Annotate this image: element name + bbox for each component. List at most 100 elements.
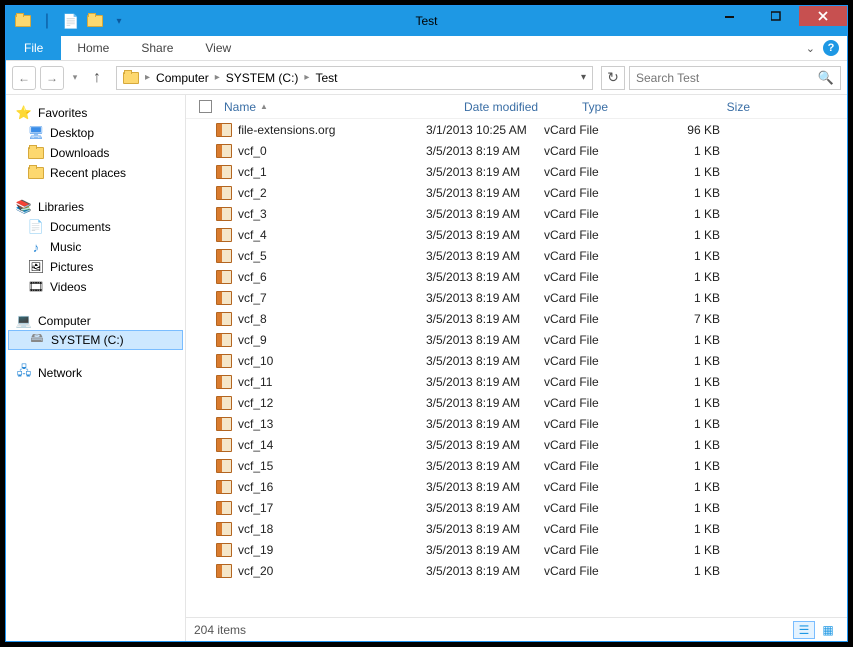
file-date: 3/5/2013 8:19 AM [426, 396, 544, 410]
file-size: 1 KB [662, 375, 732, 389]
search-icon[interactable]: 🔍 [818, 70, 834, 86]
sidebar-item-recent[interactable]: Recent places [6, 163, 185, 183]
file-row[interactable]: vcf_03/5/2013 8:19 AMvCard File1 KB [186, 140, 847, 161]
file-size: 1 KB [662, 186, 732, 200]
properties-icon[interactable]: 📄 [60, 10, 82, 32]
file-size: 1 KB [662, 228, 732, 242]
file-row[interactable]: vcf_23/5/2013 8:19 AMvCard File1 KB [186, 182, 847, 203]
file-row[interactable]: vcf_13/5/2013 8:19 AMvCard File1 KB [186, 161, 847, 182]
tab-home[interactable]: Home [61, 36, 125, 60]
file-row[interactable]: vcf_73/5/2013 8:19 AMvCard File1 KB [186, 287, 847, 308]
file-row[interactable]: vcf_33/5/2013 8:19 AMvCard File1 KB [186, 203, 847, 224]
file-name: vcf_5 [238, 249, 267, 263]
col-header-date[interactable]: Date modified [456, 100, 574, 114]
expand-ribbon-icon[interactable]: ⌄ [806, 42, 815, 55]
address-dropdown-icon[interactable]: ▾ [581, 72, 586, 83]
sidebar-item-downloads[interactable]: Downloads [6, 143, 185, 163]
sidebar-item-system-drive[interactable]: 🖴SYSTEM (C:) [8, 330, 183, 350]
column-headers: Name ▲ Date modified Type Size [186, 95, 847, 119]
address-bar[interactable]: ▸ Computer ▸ SYSTEM (C:) ▸ Test ▾ [116, 66, 593, 90]
history-dropdown-icon[interactable]: ▾ [68, 66, 82, 90]
file-date: 3/5/2013 8:19 AM [426, 312, 544, 326]
file-name: vcf_12 [238, 396, 273, 410]
qat-dropdown-icon[interactable]: ▾ [108, 10, 130, 32]
file-size: 1 KB [662, 249, 732, 263]
chevron-right-icon[interactable]: ▸ [143, 72, 152, 83]
breadcrumb-drive[interactable]: SYSTEM (C:) [222, 67, 303, 89]
file-row[interactable]: vcf_83/5/2013 8:19 AMvCard File7 KB [186, 308, 847, 329]
sidebar-favorites[interactable]: ⭐Favorites [6, 103, 185, 123]
file-type: vCard File [544, 333, 662, 347]
file-row[interactable]: vcf_173/5/2013 8:19 AMvCard File1 KB [186, 497, 847, 518]
vcard-file-icon [216, 522, 232, 536]
file-name: file-extensions.org [238, 123, 335, 137]
sidebar-item-music[interactable]: ♪Music [6, 237, 185, 257]
file-row[interactable]: vcf_183/5/2013 8:19 AMvCard File1 KB [186, 518, 847, 539]
col-header-size[interactable]: Size [692, 100, 762, 114]
file-date: 3/5/2013 8:19 AM [426, 144, 544, 158]
titlebar[interactable]: | 📄 ▾ Test [6, 6, 847, 36]
libraries-icon: 📚 [16, 199, 32, 215]
file-name: vcf_14 [238, 438, 273, 452]
breadcrumb-computer[interactable]: Computer [152, 67, 213, 89]
col-header-name[interactable]: Name ▲ [216, 100, 456, 114]
file-list[interactable]: Name ▲ Date modified Type Size file-exte… [186, 95, 847, 617]
file-name: vcf_10 [238, 354, 273, 368]
col-header-type[interactable]: Type [574, 100, 692, 114]
close-button[interactable] [799, 6, 847, 26]
file-row[interactable]: vcf_53/5/2013 8:19 AMvCard File1 KB [186, 245, 847, 266]
status-bar: 204 items ☰ ▦ [186, 617, 847, 641]
chevron-right-icon[interactable]: ▸ [213, 72, 222, 83]
tab-share[interactable]: Share [125, 36, 189, 60]
file-type: vCard File [544, 123, 662, 137]
file-row[interactable]: vcf_163/5/2013 8:19 AMvCard File1 KB [186, 476, 847, 497]
file-size: 1 KB [662, 354, 732, 368]
vcard-file-icon [216, 564, 232, 578]
window-controls [707, 6, 847, 36]
refresh-button[interactable]: ↻ [601, 66, 625, 90]
sidebar-computer[interactable]: 💻Computer [6, 311, 185, 331]
minimize-button[interactable] [707, 6, 753, 26]
file-row[interactable]: file-extensions.org3/1/2013 10:25 AMvCar… [186, 119, 847, 140]
file-size: 1 KB [662, 291, 732, 305]
sidebar-network[interactable]: 🖧Network [6, 363, 185, 383]
sidebar-libraries[interactable]: 📚Libraries [6, 197, 185, 217]
file-type: vCard File [544, 312, 662, 326]
file-name: vcf_8 [238, 312, 267, 326]
forward-button[interactable]: → [40, 66, 64, 90]
tab-view[interactable]: View [189, 36, 247, 60]
folder-icon[interactable] [12, 10, 34, 32]
file-row[interactable]: vcf_113/5/2013 8:19 AMvCard File1 KB [186, 371, 847, 392]
file-row[interactable]: vcf_93/5/2013 8:19 AMvCard File1 KB [186, 329, 847, 350]
new-folder-icon[interactable] [84, 10, 106, 32]
chevron-right-icon[interactable]: ▸ [302, 72, 311, 83]
sidebar-item-pictures[interactable]: 🖼Pictures [6, 257, 185, 277]
address-bar-folder-icon[interactable] [119, 67, 143, 89]
file-row[interactable]: vcf_143/5/2013 8:19 AMvCard File1 KB [186, 434, 847, 455]
select-all-checkbox[interactable] [199, 100, 212, 113]
tab-file[interactable]: File [6, 36, 61, 60]
sidebar-item-documents[interactable]: 📄Documents [6, 217, 185, 237]
file-row[interactable]: vcf_153/5/2013 8:19 AMvCard File1 KB [186, 455, 847, 476]
icons-view-button[interactable]: ▦ [817, 621, 839, 639]
search-box[interactable]: 🔍 [629, 66, 841, 90]
details-view-button[interactable]: ☰ [793, 621, 815, 639]
file-row[interactable]: vcf_63/5/2013 8:19 AMvCard File1 KB [186, 266, 847, 287]
file-row[interactable]: vcf_103/5/2013 8:19 AMvCard File1 KB [186, 350, 847, 371]
search-input[interactable] [636, 71, 818, 85]
file-row[interactable]: vcf_203/5/2013 8:19 AMvCard File1 KB [186, 560, 847, 581]
file-row[interactable]: vcf_43/5/2013 8:19 AMvCard File1 KB [186, 224, 847, 245]
file-row[interactable]: vcf_193/5/2013 8:19 AMvCard File1 KB [186, 539, 847, 560]
sidebar-item-desktop[interactable]: 🖥Desktop [6, 123, 185, 143]
back-button[interactable]: ← [12, 66, 36, 90]
help-icon[interactable]: ? [823, 40, 839, 56]
file-row[interactable]: vcf_123/5/2013 8:19 AMvCard File1 KB [186, 392, 847, 413]
maximize-button[interactable] [753, 6, 799, 26]
file-row[interactable]: vcf_133/5/2013 8:19 AMvCard File1 KB [186, 413, 847, 434]
breadcrumb-folder[interactable]: Test [311, 67, 341, 89]
sidebar-item-videos[interactable]: 🎞Videos [6, 277, 185, 297]
file-date: 3/5/2013 8:19 AM [426, 417, 544, 431]
up-button[interactable]: ↑ [86, 67, 108, 89]
navigation-pane[interactable]: ⭐Favorites 🖥Desktop Downloads Recent pla… [6, 95, 186, 641]
vcard-file-icon [216, 543, 232, 557]
